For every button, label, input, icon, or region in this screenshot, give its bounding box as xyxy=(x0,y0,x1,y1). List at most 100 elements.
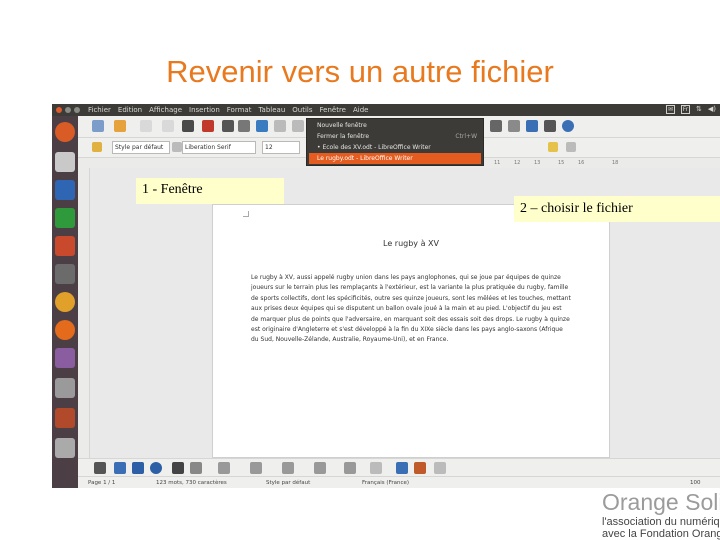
menu-affichage[interactable]: Affichage xyxy=(149,106,182,114)
files-icon[interactable] xyxy=(55,152,75,172)
menu-fichier[interactable]: Fichier xyxy=(88,106,111,114)
mail-icon[interactable]: ✉ xyxy=(666,105,675,114)
document-page[interactable]: Le rugby à XV Le rugby à XV, aussi appel… xyxy=(212,204,610,458)
ruler-tick: 12 xyxy=(514,160,521,166)
open-icon[interactable] xyxy=(114,120,126,132)
menubar: Fichier Edition Affichage Insertion Form… xyxy=(52,104,720,116)
edit-mode-icon[interactable] xyxy=(182,120,194,132)
star-shapes-icon[interactable] xyxy=(344,462,356,474)
callout-step-1: 1 - Fenêtre xyxy=(136,178,284,204)
export-pdf-icon[interactable] xyxy=(202,120,214,132)
camera-icon[interactable] xyxy=(55,378,75,398)
brand-tagline-2: avec la Fondation Orange xyxy=(602,528,720,540)
text-box-icon[interactable] xyxy=(396,462,408,474)
ubuntu-dash-icon[interactable] xyxy=(55,122,75,142)
minimize-window-button[interactable] xyxy=(65,107,71,113)
search-icon[interactable] xyxy=(55,264,75,284)
keyboard-layout-indicator[interactable]: Fr xyxy=(681,105,690,114)
writer-icon[interactable] xyxy=(55,180,75,200)
ruler-tick: 16 xyxy=(578,160,585,166)
chart-icon[interactable] xyxy=(526,120,538,132)
line-icon[interactable] xyxy=(114,462,126,474)
maximize-window-button[interactable] xyxy=(74,107,80,113)
text-language[interactable]: Français (France) xyxy=(362,480,409,486)
help-icon[interactable] xyxy=(562,120,574,132)
image-icon[interactable] xyxy=(508,120,520,132)
system-tray: ✉ Fr ⇅ ◀) xyxy=(666,105,716,114)
menu-item-document-ecole[interactable]: • Ecole des XV.odt - LibreOffice Writer xyxy=(317,142,431,153)
calc-icon[interactable] xyxy=(55,208,75,228)
close-window-shortcut: Ctrl+W xyxy=(455,133,477,140)
chrome-icon[interactable] xyxy=(55,292,75,312)
tool-icon[interactable] xyxy=(55,348,75,368)
cut-icon[interactable] xyxy=(292,120,304,132)
menu-item-close-window[interactable]: Fermer la fenêtre xyxy=(317,131,369,142)
menu-aide[interactable]: Aide xyxy=(353,106,368,114)
rectangle-icon[interactable] xyxy=(132,462,144,474)
callout-step-2: 2 – choisir le fichier xyxy=(514,196,720,222)
menu-tableau[interactable]: Tableau xyxy=(258,106,285,114)
special-char-icon[interactable] xyxy=(544,120,556,132)
export-icon[interactable] xyxy=(162,120,174,132)
volume-icon[interactable]: ◀) xyxy=(708,105,716,114)
unity-launcher xyxy=(52,116,78,488)
document-body[interactable]: Le rugby à XV, aussi appelé rugby union … xyxy=(251,273,571,346)
fontwork-icon[interactable] xyxy=(172,462,184,474)
styles-icon[interactable] xyxy=(92,142,102,152)
new-document-icon[interactable] xyxy=(92,120,104,132)
menu-format[interactable]: Format xyxy=(227,106,252,114)
trash-icon[interactable] xyxy=(55,438,75,458)
print-icon[interactable] xyxy=(222,120,234,132)
word-count: 123 mots, 730 caractères xyxy=(156,480,227,486)
menu-item-new-window[interactable]: Nouvelle fenêtre xyxy=(317,120,367,131)
page-margin-corner xyxy=(243,211,249,217)
firefox-icon[interactable] xyxy=(55,320,75,340)
orange-solidarite-logo: Orange Solidarité l'association du numér… xyxy=(602,488,720,540)
menu-insertion[interactable]: Insertion xyxy=(189,106,220,114)
document-title: Le rugby à XV xyxy=(383,239,439,248)
slide-title: Revenir vers un autre fichier xyxy=(166,54,554,89)
menu-fenetre[interactable]: Fenêtre xyxy=(320,106,346,114)
menu-item-document-rugby[interactable]: Le rugby.odt - LibreOffice Writer xyxy=(309,153,481,164)
close-window-button[interactable] xyxy=(56,107,62,113)
brand-tagline-1: l'association du numérique xyxy=(602,516,720,528)
menu-outils[interactable]: Outils xyxy=(292,106,312,114)
flowchart-icon[interactable] xyxy=(314,462,326,474)
spellcheck-icon[interactable] xyxy=(256,120,268,132)
symbol-shapes-icon[interactable] xyxy=(250,462,262,474)
paragraph-style-select[interactable]: Style par défaut xyxy=(112,141,170,154)
callout-icon[interactable] xyxy=(190,462,202,474)
ruler-tick: 18 xyxy=(612,160,619,166)
basic-shapes-icon[interactable] xyxy=(218,462,230,474)
save-icon[interactable] xyxy=(140,120,152,132)
ruler-tick: 15 xyxy=(558,160,565,166)
window-controls xyxy=(56,107,80,113)
highlight-icon[interactable] xyxy=(548,142,558,152)
status-bar: Page 1 / 1 123 mots, 730 caractères Styl… xyxy=(78,476,720,488)
page-count: Page 1 / 1 xyxy=(88,480,116,486)
extrusion-icon[interactable] xyxy=(434,462,446,474)
impress-icon[interactable] xyxy=(55,236,75,256)
arrow-shapes-icon[interactable] xyxy=(282,462,294,474)
ruler-tick: 11 xyxy=(494,160,501,166)
preview-icon[interactable] xyxy=(238,120,250,132)
vertical-ruler xyxy=(78,168,90,458)
network-icon[interactable]: ⇅ xyxy=(696,105,702,114)
paragraph-color-icon[interactable] xyxy=(566,142,576,152)
page-style[interactable]: Style par défaut xyxy=(266,480,310,486)
update-style-icon[interactable] xyxy=(172,142,182,152)
ruler-tick: 13 xyxy=(534,160,541,166)
table-icon[interactable] xyxy=(490,120,502,132)
drawing-toolbar xyxy=(78,458,720,476)
autocorrect-icon[interactable] xyxy=(274,120,286,132)
font-size-select[interactable]: 12 xyxy=(262,141,300,154)
font-name-select[interactable]: Liberation Serif xyxy=(182,141,256,154)
select-icon[interactable] xyxy=(94,462,106,474)
points-icon[interactable] xyxy=(370,462,382,474)
brand-name: Orange Solidarité xyxy=(602,489,720,515)
ellipse-icon[interactable] xyxy=(150,462,162,474)
fontwork-gallery-icon[interactable] xyxy=(414,462,426,474)
menu-edition[interactable]: Edition xyxy=(118,106,142,114)
zoom-level[interactable]: 100 xyxy=(690,480,701,486)
help-icon[interactable] xyxy=(55,408,75,428)
